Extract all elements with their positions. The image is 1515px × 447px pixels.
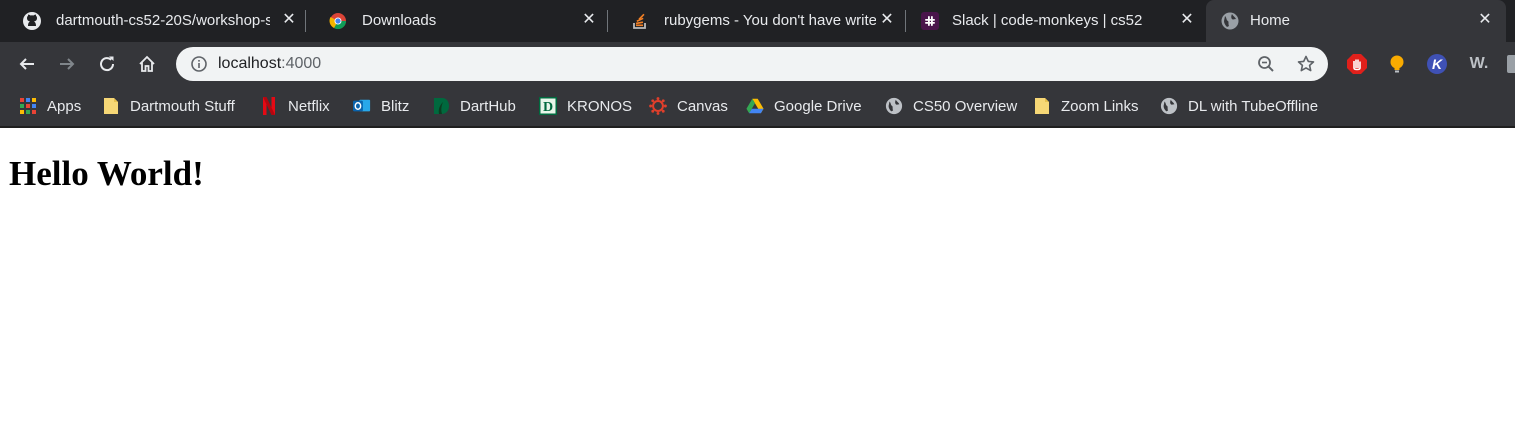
bookmark-kronos[interactable]: D KRONOS <box>539 95 632 117</box>
k-extension-label: K <box>1432 56 1443 72</box>
bookmark-blitz[interactable]: Blitz <box>353 95 409 117</box>
globe-icon <box>1220 11 1240 31</box>
bookmark-apps[interactable]: Apps <box>19 95 81 117</box>
bookmark-label: DL with TubeOffline <box>1188 97 1319 115</box>
bookmark-label: Google Drive <box>774 97 862 115</box>
folder-icon <box>1033 97 1051 115</box>
close-icon[interactable]: ✕ <box>878 11 896 29</box>
bookmark-zoom-links[interactable]: Zoom Links <box>1033 95 1139 117</box>
bookmark-dartmouth-stuff[interactable]: Dartmouth Stuff <box>102 95 235 117</box>
kronos-icon: D <box>539 97 557 115</box>
svg-text:D: D <box>543 100 553 115</box>
bookmark-dl-tubeoffline[interactable]: DL with TubeOffline <box>1160 95 1318 117</box>
bookmark-canvas[interactable]: Canvas <box>649 95 728 117</box>
lightbulb-icon[interactable] <box>1386 53 1408 75</box>
apps-grid-icon <box>19 97 37 115</box>
outlook-icon <box>353 97 371 115</box>
close-icon[interactable]: ✕ <box>280 11 298 29</box>
globe-icon <box>1160 97 1178 115</box>
canvas-icon <box>649 97 667 115</box>
bookmark-label: CS50 Overview <box>913 97 1018 115</box>
tab-title: Slack | code-monkeys | cs52 <box>952 12 1143 29</box>
chrome-downloads-icon <box>328 11 348 31</box>
w-extension-label: W. <box>1469 55 1489 72</box>
back-icon[interactable] <box>13 50 41 78</box>
address-bar[interactable]: localhost:4000 <box>176 47 1328 81</box>
google-drive-icon <box>746 97 764 115</box>
url-port: :4000 <box>281 55 322 72</box>
github-icon <box>22 11 42 31</box>
bookmark-label: Netflix <box>288 97 330 115</box>
url-text[interactable]: localhost:4000 <box>218 55 321 73</box>
stackoverflow-icon <box>630 11 650 31</box>
bookmark-label: KRONOS <box>567 97 633 115</box>
bookmark-netflix[interactable]: Netflix <box>260 95 330 117</box>
bookmark-label: Zoom Links <box>1061 97 1139 115</box>
close-icon[interactable]: ✕ <box>1178 11 1196 29</box>
tab-strip: dartmouth-cs52-20S/workshop-s ✕ Download… <box>0 0 1515 42</box>
zoom-icon[interactable] <box>1256 54 1276 74</box>
bookmark-label: DartHub <box>460 97 516 115</box>
page-heading: Hello World! <box>9 154 204 193</box>
reload-icon[interactable] <box>93 50 121 78</box>
folder-icon <box>102 97 120 115</box>
adblock-icon[interactable] <box>1346 53 1368 75</box>
page-content: Hello World! <box>0 128 1515 447</box>
bookmark-label: Blitz <box>381 97 410 115</box>
slack-icon <box>920 11 940 31</box>
info-icon[interactable] <box>190 55 208 73</box>
bookmark-label: Canvas <box>677 97 728 115</box>
tab-slack[interactable]: Slack | code-monkeys | cs52 ✕ <box>906 0 1206 42</box>
darthub-icon <box>432 97 450 115</box>
k-extension-icon[interactable]: K <box>1426 53 1448 75</box>
toolbar: localhost:4000 K W. <box>0 42 1515 86</box>
extension-overflow-icon[interactable] <box>1507 55 1515 73</box>
home-icon[interactable] <box>133 50 161 78</box>
close-icon[interactable]: ✕ <box>1476 11 1494 29</box>
browser-chrome: dartmouth-cs52-20S/workshop-s ✕ Download… <box>0 0 1515 128</box>
tab-home-active[interactable]: Home ✕ <box>1206 0 1506 42</box>
bookmark-darthub[interactable]: DartHub <box>432 95 516 117</box>
tab-title: Home <box>1250 12 1291 29</box>
tab-title: dartmouth-cs52-20S/workshop-s <box>56 12 270 29</box>
forward-icon[interactable] <box>53 50 81 78</box>
close-icon[interactable]: ✕ <box>580 11 598 29</box>
bookmark-cs50-overview[interactable]: CS50 Overview <box>885 95 1017 117</box>
bookmark-label: Apps <box>47 97 82 115</box>
bookmarks-bar: Apps Dartmouth Stuff Netflix Blitz DartH <box>0 86 1515 128</box>
netflix-icon <box>260 97 278 115</box>
bookmark-google-drive[interactable]: Google Drive <box>746 95 862 117</box>
tab-title: rubygems - You don't have write <box>664 12 876 29</box>
tab-downloads[interactable]: Downloads ✕ <box>306 0 608 42</box>
globe-icon <box>885 97 903 115</box>
url-host: localhost <box>218 55 282 72</box>
tab-github[interactable]: dartmouth-cs52-20S/workshop-s ✕ <box>0 0 306 42</box>
w-extension-icon[interactable]: W. <box>1466 53 1492 75</box>
star-icon[interactable] <box>1296 54 1316 74</box>
tab-rubygems[interactable]: rubygems - You don't have write ✕ <box>608 0 906 42</box>
tab-title: Downloads <box>362 12 437 29</box>
bookmark-label: Dartmouth Stuff <box>130 97 235 115</box>
